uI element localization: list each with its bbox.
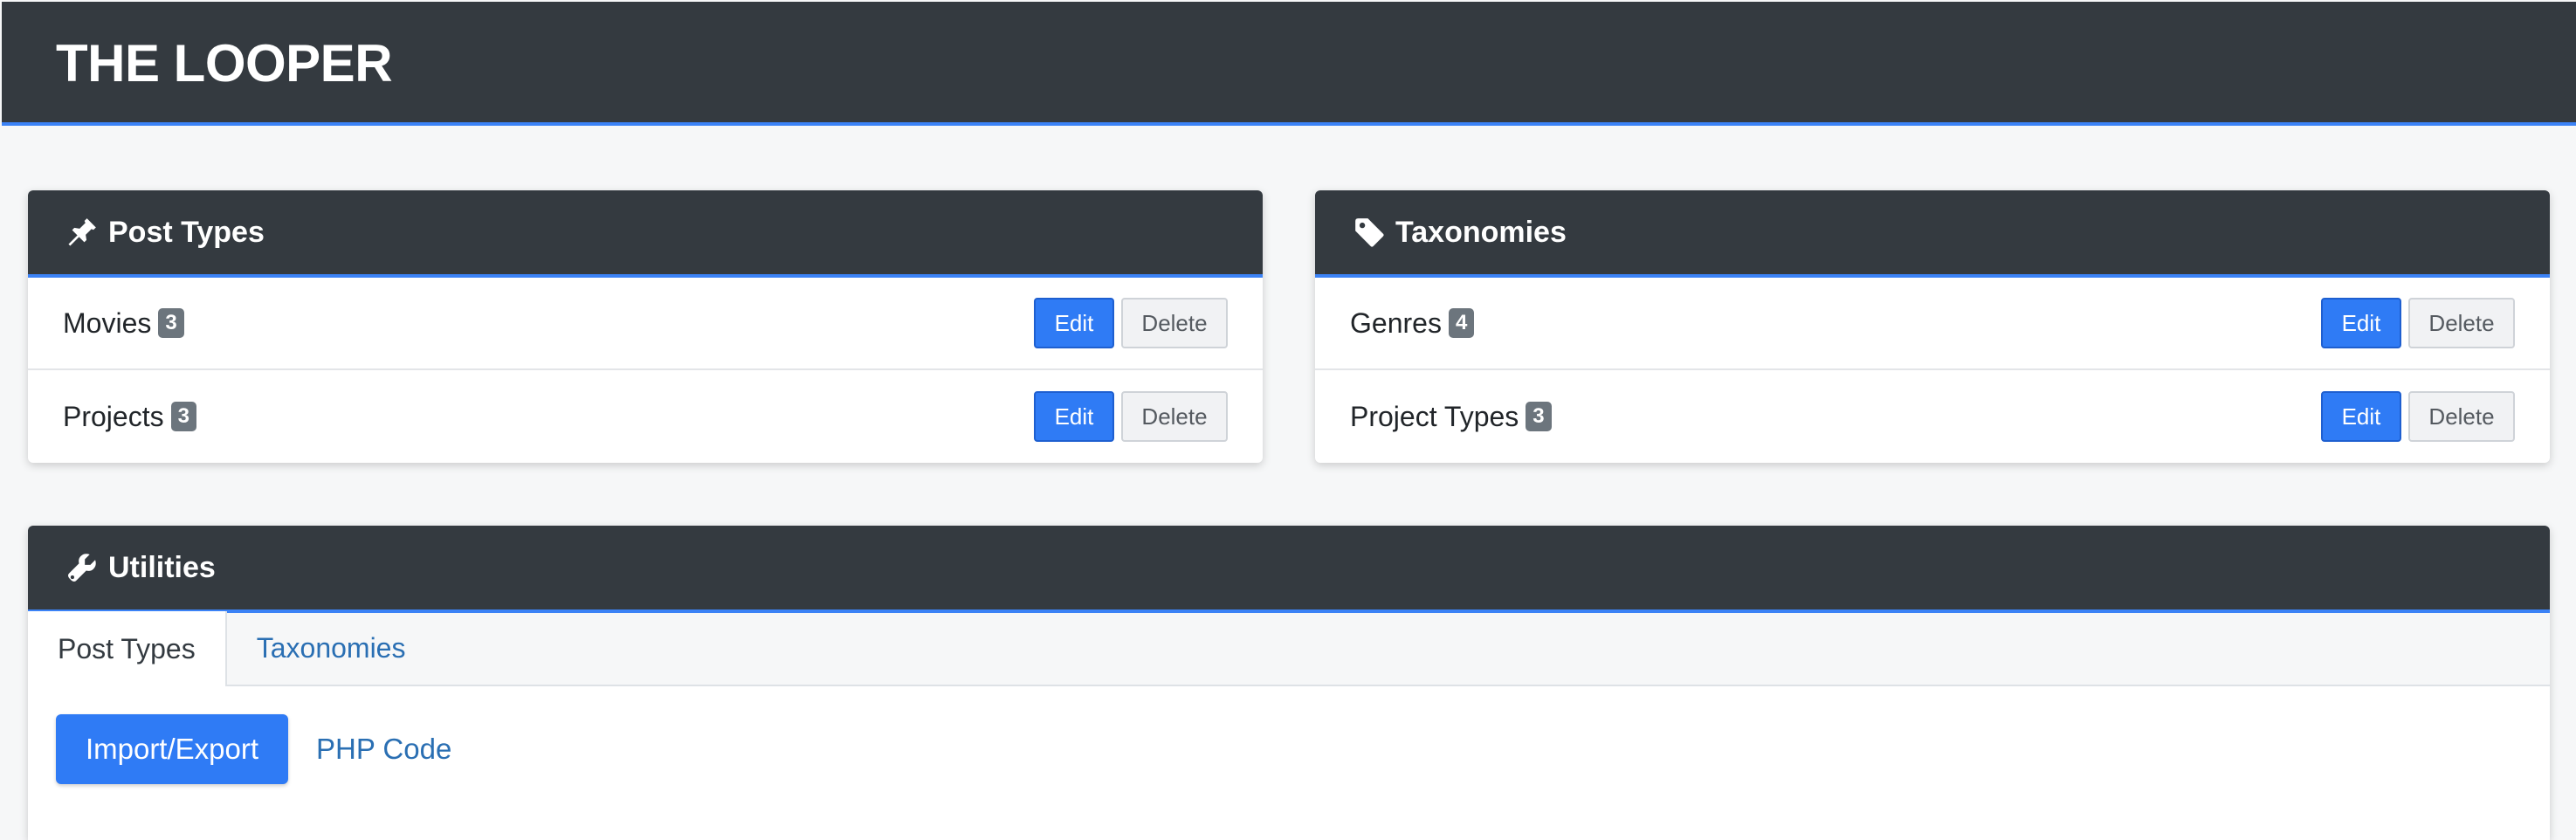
import-export-button[interactable]: Import/Export [56, 714, 288, 784]
utilities-tabs: Post Types Taxonomies [28, 611, 2550, 686]
tag-icon [1352, 215, 1387, 250]
edit-project-types-button[interactable]: Edit [2321, 391, 2401, 442]
php-code-link[interactable]: PHP Code [316, 733, 451, 766]
utilities-panel: Utilities Post Types Taxonomies Import/E… [28, 526, 2550, 840]
delete-projects-button[interactable]: Delete [1121, 391, 1228, 442]
tab-post-types[interactable]: Post Types [28, 611, 227, 686]
app-header: THE LOOPER [2, 2, 2576, 126]
taxonomies-panel: Taxonomies Genres 4 Edit Delete Project … [1315, 190, 2550, 463]
post-type-name: Projects [63, 400, 164, 432]
taxonomies-panel-header: Taxonomies [1315, 190, 2550, 278]
taxonomy-row-genres: Genres 4 Edit Delete [1315, 278, 2550, 370]
delete-project-types-button[interactable]: Delete [2408, 391, 2515, 442]
delete-movies-button[interactable]: Delete [1121, 298, 1228, 348]
count-badge: 3 [158, 308, 184, 338]
edit-movies-button[interactable]: Edit [1034, 298, 1114, 348]
taxonomy-row-project-types: Project Types 3 Edit Delete [1315, 370, 2550, 463]
app-title: THE LOOPER [56, 34, 393, 93]
wrench-icon [65, 550, 100, 585]
utilities-panel-title: Utilities [108, 550, 216, 584]
count-badge: 3 [1526, 402, 1552, 431]
post-type-row-projects: Projects 3 Edit Delete [28, 370, 1263, 463]
taxonomy-name: Genres [1350, 306, 1442, 339]
post-types-panel-header: Post Types [28, 190, 1263, 278]
taxonomies-panel-title: Taxonomies [1395, 215, 1567, 249]
utilities-panel-header: Utilities [28, 526, 2550, 613]
edit-genres-button[interactable]: Edit [2321, 298, 2401, 348]
post-types-panel-title: Post Types [108, 215, 265, 249]
utilities-tab-content: Import/Export PHP Code [28, 686, 2550, 812]
count-badge: 3 [170, 402, 196, 431]
post-type-row-movies: Movies 3 Edit Delete [28, 278, 1263, 370]
pin-icon [65, 215, 100, 250]
delete-genres-button[interactable]: Delete [2408, 298, 2515, 348]
taxonomy-name: Project Types [1350, 400, 1519, 432]
post-type-name: Movies [63, 306, 152, 339]
edit-projects-button[interactable]: Edit [1034, 391, 1114, 442]
tab-taxonomies[interactable]: Taxonomies [227, 611, 436, 685]
count-badge: 4 [1448, 308, 1475, 338]
post-types-panel: Post Types Movies 3 Edit Delete Projects… [28, 190, 1263, 463]
